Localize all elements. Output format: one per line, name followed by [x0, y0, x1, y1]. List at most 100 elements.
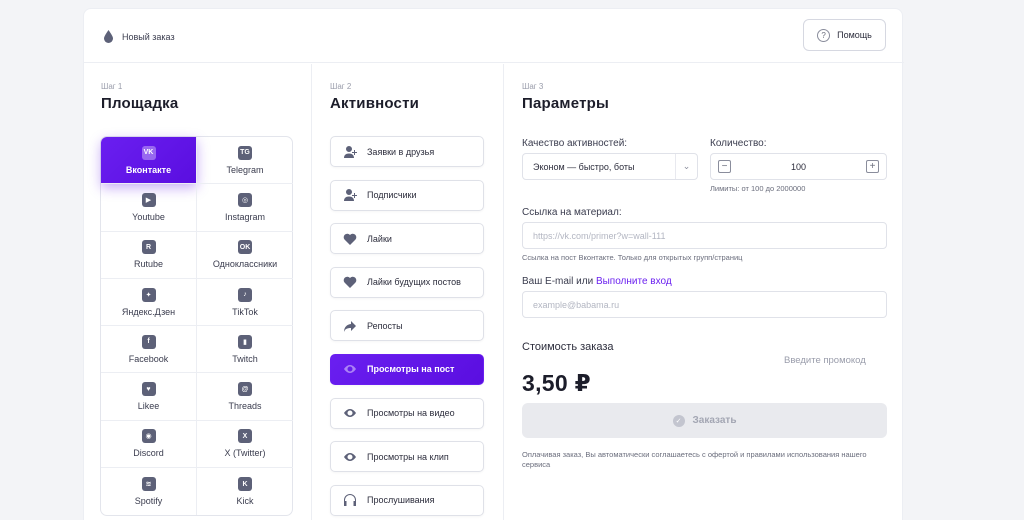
quantity-label: Количество:: [710, 138, 767, 149]
quality-select[interactable]: Эконом — быстро, боты ⌄: [522, 153, 698, 180]
platform-item[interactable]: ◉ Discord: [101, 420, 197, 469]
quantity-hint: Лимиты: от 100 до 2000000: [710, 184, 806, 193]
email-input[interactable]: [533, 299, 886, 310]
link-field[interactable]: [522, 222, 887, 249]
platform-label: Likee: [137, 401, 160, 412]
terms-note: Оплачивая заказ, Вы автоматически соглаш…: [522, 450, 867, 469]
platform-item[interactable]: ▮ Twitch: [197, 326, 293, 374]
platform-item[interactable]: R Rutube: [101, 231, 197, 279]
platform-logo-icon: f: [141, 334, 156, 349]
activity-item[interactable]: Просмотры на клип: [330, 441, 484, 473]
platform-item[interactable]: OK Одноклассники: [197, 232, 293, 279]
step2-title: Активности: [330, 95, 420, 112]
drop-icon: [104, 30, 113, 43]
link-hint: Ссылка на пост Вконтакте. Только для отк…: [522, 253, 743, 262]
breadcrumb-label: Новый заказ: [122, 31, 175, 42]
platform-logo-icon: K: [238, 477, 252, 492]
platform-label: Spotify: [134, 496, 163, 507]
activity-item[interactable]: Репосты: [330, 310, 484, 342]
user-plus-icon: [344, 189, 357, 202]
platform-logo-icon: ▶: [141, 192, 156, 207]
order-label: Заказать: [692, 415, 737, 426]
platform-logo-icon: ♪: [238, 287, 252, 302]
step2-label: Шаг 2: [330, 82, 352, 91]
platform-label: X (Twitter): [224, 448, 266, 459]
activity-label: Просмотры на клип: [367, 451, 449, 462]
chevron-down-icon: ⌄: [675, 154, 697, 179]
order-price: 3,50 ₽: [522, 370, 591, 396]
platform-item[interactable]: K Kick: [197, 468, 293, 515]
activity-item[interactable]: Прослушивания: [330, 484, 484, 516]
platform-logo-icon: VK: [141, 145, 156, 160]
activity-label: Подписчики: [367, 190, 417, 201]
platform-item[interactable]: f Facebook: [101, 326, 197, 374]
platform-item[interactable]: ◎ Instagram: [197, 184, 293, 232]
activity-item[interactable]: Заявки в друзья: [330, 136, 484, 167]
platform-logo-icon: R: [141, 240, 156, 255]
email-field[interactable]: [522, 291, 887, 318]
platform-item[interactable]: ▶ Youtube: [101, 184, 197, 232]
platform-item[interactable]: ✦ Яндекс.Дзен: [101, 278, 197, 327]
order-button[interactable]: ✓ Заказать: [522, 403, 887, 438]
platform-label: Одноклассники: [212, 259, 278, 270]
activity-item[interactable]: Просмотры на пост: [330, 353, 484, 385]
platform-item[interactable]: ≋ Spotify: [101, 468, 197, 516]
plus-icon[interactable]: +: [866, 160, 879, 173]
platform-label: Facebook: [128, 353, 169, 364]
activity-item[interactable]: Лайки: [330, 223, 484, 255]
activity-item[interactable]: Просмотры на видео: [330, 397, 484, 429]
platform-item[interactable]: VK Вконтакте: [101, 137, 197, 185]
quantity-stepper[interactable]: − 100 +: [710, 153, 887, 180]
platform-item[interactable]: X X (Twitter): [197, 421, 293, 469]
platform-item[interactable]: @ Threads: [197, 373, 293, 421]
header: Новый заказ ? Помощь: [84, 9, 904, 63]
activity-label: Прослушивания: [367, 495, 435, 506]
platform-label: Вконтакте: [125, 164, 172, 175]
platform-item[interactable]: TG Telegram: [197, 137, 293, 185]
link-label: Ссылка на материал:: [522, 207, 622, 218]
platform-logo-icon: OK: [238, 240, 252, 255]
email-label-text: Ваш E-mail или: [522, 276, 594, 287]
platform-logo-icon: ◎: [238, 192, 252, 207]
eye-icon: [344, 365, 356, 374]
platform-logo-icon: ♥: [141, 382, 156, 397]
quantity-value: 100: [790, 161, 807, 172]
help-button[interactable]: ? Помощь: [803, 19, 886, 51]
step2-column: Шаг 2 Активности Заявки в друзья Подписчи…: [312, 64, 504, 520]
platform-label: Threads: [228, 401, 262, 412]
platform-logo-icon: @: [238, 382, 252, 397]
quality-label: Качество активностей:: [522, 138, 628, 149]
activity-label: Просмотры на пост: [367, 364, 455, 375]
step3-label: Шаг 3: [522, 82, 544, 91]
activity-item[interactable]: Лайки будущих постов: [330, 266, 484, 298]
platform-logo-icon: TG: [238, 145, 252, 160]
platform-logo-icon: ◉: [141, 429, 156, 444]
login-link[interactable]: Выполните вход: [596, 276, 672, 287]
activity-label: Репосты: [367, 320, 403, 331]
activity-label: Лайки: [367, 233, 392, 244]
platform-item[interactable]: ♪ TikTok: [197, 279, 293, 327]
platform-label: Discord: [133, 448, 164, 459]
question-icon: ?: [817, 28, 831, 42]
order-card: Новый заказ ? Помощь Шаг 1 Площадка VK Вк…: [83, 8, 904, 520]
platform-logo-icon: X: [238, 429, 252, 444]
platform-label: TikTok: [232, 306, 258, 317]
platform-item[interactable]: ♥ Likee: [101, 373, 197, 421]
promo-code-link[interactable]: Введите промокод: [784, 355, 866, 366]
activity-item[interactable]: Подписчики: [330, 179, 484, 211]
headphones-icon: [344, 494, 356, 507]
platform-logo-icon: ≋: [141, 477, 156, 492]
step1-column: Шаг 1 Площадка VK Вконтакте TG Telegram ▶ You…: [84, 64, 312, 520]
activity-label: Заявки в друзья: [367, 146, 435, 157]
step1-title: Площадка: [101, 95, 179, 112]
check-circle-icon: ✓: [672, 414, 685, 427]
heart-icon: [343, 276, 357, 289]
minus-icon[interactable]: −: [718, 160, 731, 173]
activity-label: Лайки будущих постов: [367, 277, 461, 288]
help-label: Помощь: [837, 30, 872, 40]
platform-logo-icon: ✦: [141, 287, 156, 302]
step1-label: Шаг 1: [101, 82, 123, 91]
step3-column: Шаг 3 Параметры Качество активностей: Эк…: [504, 64, 904, 520]
link-input[interactable]: [533, 230, 886, 241]
platform-label: Kick: [236, 496, 254, 507]
